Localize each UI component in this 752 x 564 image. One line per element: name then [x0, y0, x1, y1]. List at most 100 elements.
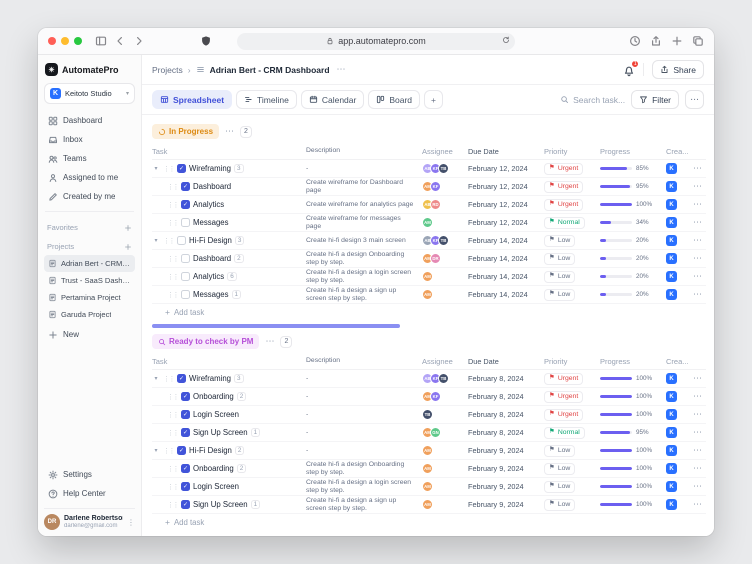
- drag-handle-icon[interactable]: ⋮⋮: [167, 501, 178, 509]
- row-menu-button[interactable]: ⋯: [688, 445, 702, 456]
- sidebar-project-garuda-project[interactable]: Garuda Project: [44, 306, 135, 323]
- task-checkbox[interactable]: [181, 254, 190, 263]
- browser-share-icon[interactable]: [650, 35, 662, 47]
- row-menu-button[interactable]: ⋯: [688, 373, 702, 384]
- row-menu-button[interactable]: ⋯: [688, 199, 702, 210]
- filter-button[interactable]: Filter: [631, 90, 679, 109]
- task-checkbox[interactable]: [181, 464, 190, 473]
- row-menu-button[interactable]: ⋯: [688, 253, 702, 264]
- priority-badge[interactable]: ⚑Low: [544, 289, 575, 301]
- column-header-description[interactable]: Description: [306, 147, 422, 155]
- table-row[interactable]: ▾⋮⋮Onboarding2Create hi-fi a design Onbo…: [152, 460, 706, 478]
- priority-badge[interactable]: ⚑Normal: [544, 427, 585, 439]
- task-checkbox[interactable]: [181, 410, 190, 419]
- task-checkbox[interactable]: [177, 164, 186, 173]
- drag-handle-icon[interactable]: ⋮⋮: [167, 465, 178, 473]
- tab-overview-icon[interactable]: [692, 35, 704, 47]
- table-row[interactable]: ▾⋮⋮Sign Up Screen1-AMGNFebruary 8, 2024⚑…: [152, 424, 706, 442]
- group-menu-button[interactable]: ⋯: [225, 126, 234, 137]
- tab-timeline[interactable]: Timeline: [236, 90, 297, 109]
- share-button[interactable]: Share: [652, 60, 704, 79]
- task-checkbox[interactable]: [181, 218, 190, 227]
- column-header-crea[interactable]: Crea...: [666, 147, 688, 156]
- sidebar-item-inbox[interactable]: Inbox: [44, 130, 135, 149]
- shield-icon[interactable]: [200, 35, 212, 47]
- sidebar-item-teams[interactable]: Teams: [44, 149, 135, 168]
- task-checkbox[interactable]: [181, 428, 190, 437]
- sidebar-item-assigned-to-me[interactable]: Assigned to me: [44, 168, 135, 187]
- priority-badge[interactable]: ⚑Low: [544, 253, 575, 265]
- table-row[interactable]: ▾⋮⋮Wireframing3-ABKFTBFebruary 8, 2024⚑U…: [152, 370, 706, 388]
- add-task-button[interactable]: +Add task: [152, 514, 706, 531]
- expand-caret-icon[interactable]: ▾: [152, 165, 160, 172]
- task-checkbox[interactable]: [177, 236, 186, 245]
- add-favorite-icon[interactable]: [124, 224, 132, 232]
- new-button[interactable]: New: [44, 325, 135, 344]
- refresh-icon[interactable]: [502, 36, 510, 44]
- priority-badge[interactable]: ⚑Urgent: [544, 409, 583, 421]
- column-header-assignee[interactable]: Assignee: [422, 147, 468, 156]
- task-checkbox[interactable]: [181, 182, 190, 191]
- drag-handle-icon[interactable]: ⋮⋮: [167, 411, 178, 419]
- expand-caret-icon[interactable]: ▾: [152, 237, 160, 244]
- task-checkbox[interactable]: [181, 482, 190, 491]
- history-icon[interactable]: [629, 35, 641, 47]
- row-menu-button[interactable]: ⋯: [688, 181, 702, 192]
- priority-badge[interactable]: ⚑Low: [544, 235, 575, 247]
- priority-badge[interactable]: ⚑Urgent: [544, 391, 583, 403]
- column-header-priority[interactable]: Priority: [544, 147, 600, 156]
- favorites-section-header[interactable]: Favorites: [47, 221, 132, 234]
- priority-badge[interactable]: ⚑Normal: [544, 217, 585, 229]
- forward-icon[interactable]: [133, 35, 145, 47]
- expand-caret-icon[interactable]: ▾: [152, 375, 160, 382]
- maximize-window-button[interactable]: [74, 37, 82, 45]
- breadcrumb-root[interactable]: Projects: [152, 65, 183, 75]
- sidebar-project-pertamina-project[interactable]: Pertamina Project: [44, 289, 135, 306]
- column-header-task[interactable]: Task: [152, 147, 306, 156]
- new-tab-icon[interactable]: [671, 35, 683, 47]
- drag-handle-icon[interactable]: ⋮⋮: [167, 483, 178, 491]
- table-row[interactable]: ▾⋮⋮Onboarding2-AMKFFebruary 8, 2024⚑Urge…: [152, 388, 706, 406]
- tab-spreadsheet[interactable]: Spreadsheet: [152, 90, 232, 109]
- user-card[interactable]: DR Darlene Robertson darlene@gmail.com ⋮: [44, 508, 135, 530]
- group-status-badge[interactable]: In Progress: [152, 124, 219, 139]
- priority-badge[interactable]: ⚑Low: [544, 463, 575, 475]
- tab-calendar[interactable]: Calendar: [301, 90, 365, 109]
- priority-badge[interactable]: ⚑Low: [544, 271, 575, 283]
- task-checkbox[interactable]: [177, 446, 186, 455]
- add-project-icon[interactable]: [124, 243, 132, 251]
- column-header-due-date[interactable]: Due Date: [468, 357, 544, 366]
- drag-handle-icon[interactable]: ⋮⋮: [167, 429, 178, 437]
- table-row[interactable]: ▾⋮⋮AnalyticsCreate wireframe for analyti…: [152, 196, 706, 214]
- table-row[interactable]: ▾⋮⋮Login Screen-TBFebruary 8, 2024⚑Urgen…: [152, 406, 706, 424]
- address-bar[interactable]: app.automatepro.com: [237, 33, 515, 50]
- row-menu-button[interactable]: ⋯: [688, 481, 702, 492]
- row-menu-button[interactable]: ⋯: [688, 163, 702, 174]
- tab-board[interactable]: Board: [368, 90, 420, 109]
- sidebar-toggle-icon[interactable]: [95, 35, 107, 47]
- table-row[interactable]: ▾⋮⋮MessagesCreate wireframe for messages…: [152, 214, 706, 232]
- row-menu-button[interactable]: ⋯: [688, 271, 702, 282]
- task-checkbox[interactable]: [181, 272, 190, 281]
- row-menu-button[interactable]: ⋯: [688, 289, 702, 300]
- add-view-button[interactable]: +: [424, 90, 443, 109]
- table-row[interactable]: ▾⋮⋮Hi-Fi Design2-AMFebruary 9, 2024⚑Low1…: [152, 442, 706, 460]
- row-menu-button[interactable]: ⋯: [688, 463, 702, 474]
- table-row[interactable]: ▾⋮⋮Messages1Create hi-fi a design a sign…: [152, 286, 706, 304]
- task-checkbox[interactable]: [177, 374, 186, 383]
- back-icon[interactable]: [114, 35, 126, 47]
- sidebar-item-created-by-me[interactable]: Created by me: [44, 187, 135, 206]
- settings-button[interactable]: Settings: [44, 465, 135, 484]
- column-header-priority[interactable]: Priority: [544, 357, 600, 366]
- table-row[interactable]: ▾⋮⋮Wireframing3-ABKFTBFebruary 12, 2024⚑…: [152, 160, 706, 178]
- priority-badge[interactable]: ⚑Low: [544, 445, 575, 457]
- table-row[interactable]: ▾⋮⋮Analytics6Create hi-fi a design a log…: [152, 268, 706, 286]
- search-input[interactable]: Search task...: [560, 95, 625, 105]
- task-checkbox[interactable]: [181, 500, 190, 509]
- horizontal-scrollbar[interactable]: [152, 322, 706, 330]
- workspace-selector[interactable]: K Keitoto Studio ▾: [44, 83, 135, 104]
- row-menu-button[interactable]: ⋯: [688, 217, 702, 228]
- row-menu-button[interactable]: ⋯: [688, 427, 702, 438]
- minimize-window-button[interactable]: [61, 37, 69, 45]
- expand-caret-icon[interactable]: ▾: [152, 447, 160, 454]
